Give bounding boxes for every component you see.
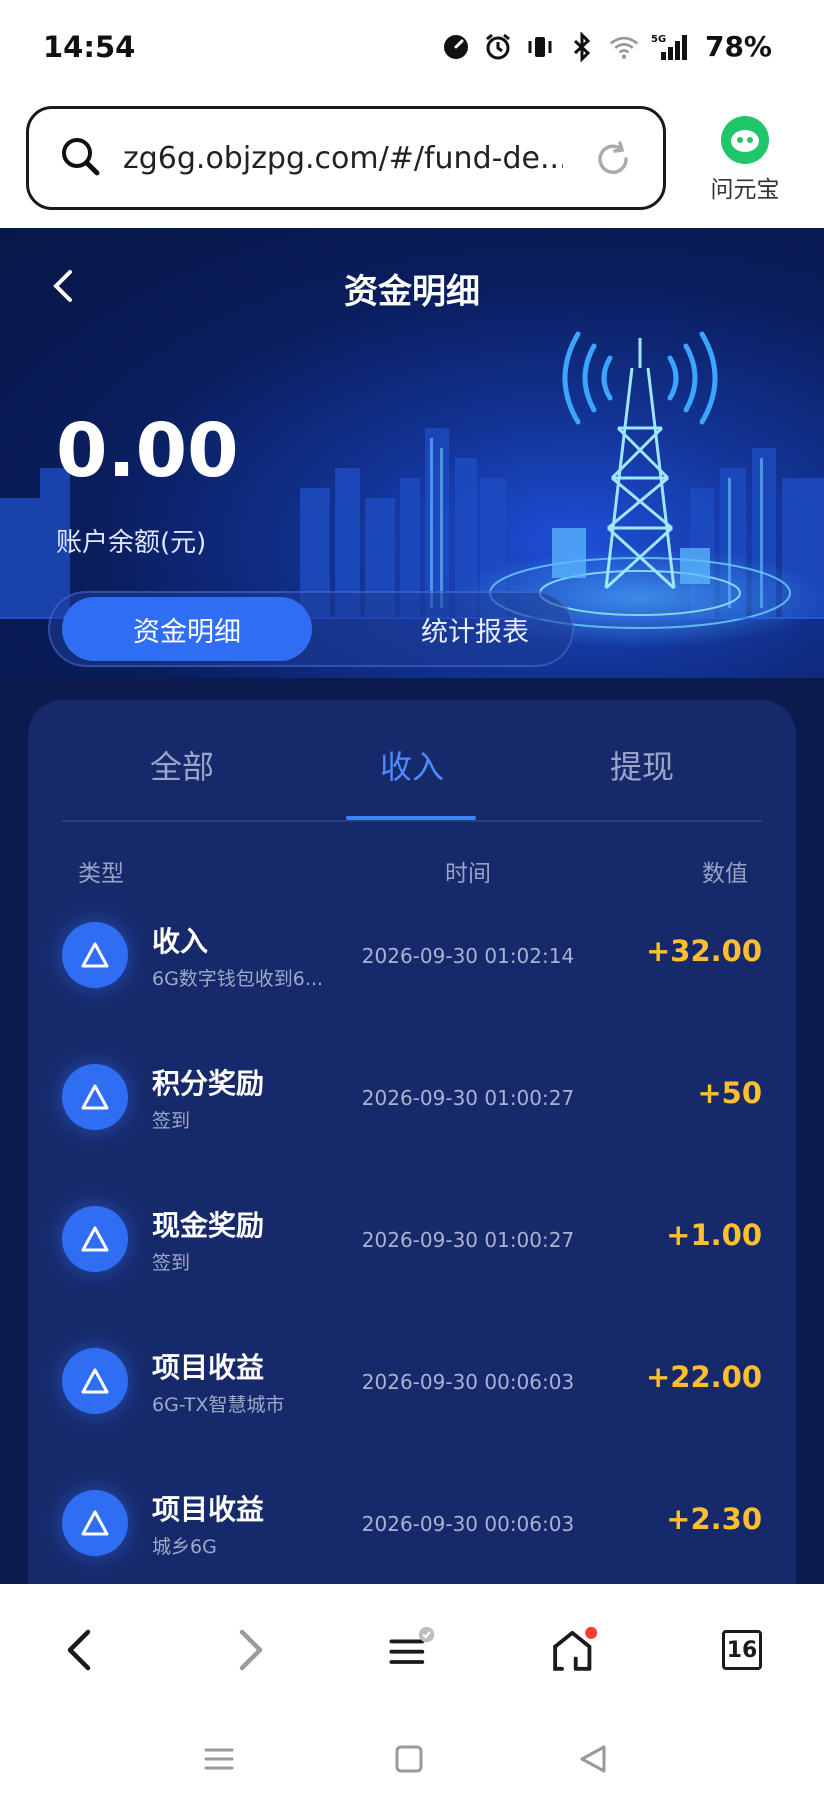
assistant-logo-icon bbox=[721, 116, 769, 164]
tab-income[interactable]: 收入 bbox=[332, 742, 492, 788]
record-title: 项目收益 bbox=[152, 1351, 265, 1384]
record-title: 收入 bbox=[152, 925, 209, 958]
record-time: 2026-09-30 01:00:27 bbox=[361, 1086, 575, 1110]
page-title: 资金明细 bbox=[344, 272, 480, 312]
record-amount: +32.00 bbox=[645, 934, 762, 968]
bluetooth-icon bbox=[567, 31, 597, 62]
record-row[interactable]: 项目收益 6G-TX智慧城市 2026-09-30 00:06:03 +22.0… bbox=[28, 1348, 796, 1488]
record-amount: +22.00 bbox=[645, 1360, 762, 1394]
back-icon[interactable] bbox=[56, 1626, 104, 1674]
speedometer-icon bbox=[441, 32, 471, 62]
url-text: zg6g.objzpg.com/#/fund-de... bbox=[123, 140, 563, 176]
status-bar: 14:54 5G 78% bbox=[0, 0, 824, 100]
column-header-value: 数值 bbox=[702, 861, 748, 887]
records-card: 全部 收入 提现 类型 时间 数值 收入 6G数字钱包收到6... 2026-0… bbox=[28, 700, 796, 1584]
column-header-type: 类型 bbox=[78, 861, 124, 887]
record-row[interactable]: 收入 6G数字钱包收到6... 2026-09-30 01:02:14 +32.… bbox=[28, 922, 796, 1062]
assistant-button[interactable]: 问元宝 bbox=[695, 116, 795, 204]
status-time: 14:54 bbox=[43, 30, 136, 64]
app-content: 资金明细 0.00 账户余额(元) 资金明细 统计报表 全部 收入 提现 类型 … bbox=[0, 228, 824, 1584]
status-icons: 5G 78% bbox=[441, 30, 772, 63]
record-title: 项目收益 bbox=[152, 1493, 265, 1526]
tab-all[interactable]: 全部 bbox=[102, 742, 262, 788]
record-row[interactable]: 积分奖励 签到 2026-09-30 01:00:27 +50 bbox=[28, 1064, 796, 1204]
signal-icon: 5G bbox=[651, 32, 689, 62]
record-time: 2026-09-30 00:06:03 bbox=[361, 1512, 575, 1536]
reload-icon[interactable] bbox=[593, 139, 633, 183]
forward-icon[interactable] bbox=[226, 1626, 274, 1674]
segment-fund-detail[interactable]: 资金明细 bbox=[62, 597, 312, 661]
menu-icon[interactable] bbox=[388, 1626, 436, 1674]
record-title: 积分奖励 bbox=[152, 1067, 265, 1100]
record-time: 2026-09-30 00:06:03 bbox=[361, 1370, 575, 1394]
browser-toolbar: 16 bbox=[0, 1584, 824, 1712]
record-subtitle: 签到 bbox=[152, 1110, 191, 1132]
record-row[interactable]: 项目收益 城乡6G 2026-09-30 00:06:03 +2.30 bbox=[28, 1490, 796, 1584]
back-triangle-icon[interactable] bbox=[576, 1742, 610, 1780]
record-amount: +2.30 bbox=[666, 1502, 762, 1536]
wifi-icon bbox=[609, 32, 639, 62]
record-time: 2026-09-30 01:02:14 bbox=[361, 944, 575, 968]
tabs-button[interactable]: 16 bbox=[718, 1626, 766, 1674]
balance-value: 0.00 bbox=[56, 408, 239, 494]
record-amount: +1.00 bbox=[666, 1218, 762, 1252]
hero-banner: 资金明细 0.00 账户余额(元) 资金明细 统计报表 bbox=[0, 228, 824, 678]
assistant-label: 问元宝 bbox=[710, 177, 780, 203]
record-subtitle: 6G数字钱包收到6... bbox=[152, 968, 324, 990]
record-time: 2026-09-30 01:00:27 bbox=[361, 1228, 575, 1252]
recent-apps-icon[interactable] bbox=[202, 1742, 236, 1780]
segment-statistics[interactable]: 统计报表 bbox=[350, 597, 600, 661]
balance-label: 账户余额(元) bbox=[56, 528, 207, 558]
home-square-icon[interactable] bbox=[392, 1742, 426, 1780]
search-icon bbox=[59, 135, 101, 181]
record-title: 现金奖励 bbox=[152, 1209, 265, 1242]
system-navigation-bar bbox=[0, 1712, 824, 1813]
record-subtitle: 城乡6G bbox=[152, 1536, 217, 1558]
home-icon[interactable] bbox=[550, 1626, 598, 1674]
vibrate-icon bbox=[525, 32, 555, 62]
tab-withdraw[interactable]: 提现 bbox=[562, 742, 722, 788]
record-subtitle: 签到 bbox=[152, 1252, 191, 1274]
browser-address-bar: zg6g.objzpg.com/#/fund-de... 问元宝 bbox=[0, 100, 824, 228]
svg-text:5G: 5G bbox=[651, 34, 666, 45]
filter-tabs: 全部 收入 提现 bbox=[28, 700, 796, 820]
alarm-icon bbox=[483, 32, 513, 62]
triangle-icon bbox=[62, 922, 128, 988]
triangle-icon bbox=[62, 1206, 128, 1272]
record-row[interactable]: 现金奖励 签到 2026-09-30 01:00:27 +1.00 bbox=[28, 1206, 796, 1346]
record-amount: +50 bbox=[697, 1076, 762, 1110]
tab-count: 16 bbox=[722, 1630, 762, 1670]
triangle-icon bbox=[62, 1064, 128, 1130]
divider bbox=[62, 820, 762, 822]
column-header-time: 时间 bbox=[445, 861, 491, 887]
triangle-icon bbox=[62, 1490, 128, 1556]
record-subtitle: 6G-TX智慧城市 bbox=[152, 1394, 285, 1416]
url-field[interactable]: zg6g.objzpg.com/#/fund-de... bbox=[26, 106, 666, 210]
battery-level: 78% bbox=[704, 30, 772, 63]
triangle-icon bbox=[62, 1348, 128, 1414]
view-switch: 资金明细 统计报表 bbox=[48, 591, 574, 667]
